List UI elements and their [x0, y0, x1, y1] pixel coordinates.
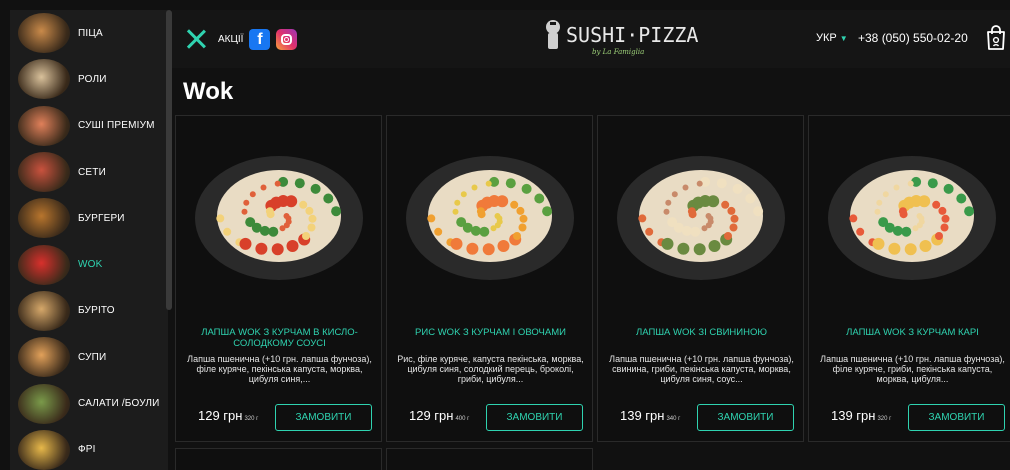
sidebar-item-label: САЛАТИ /БОУЛИ: [78, 398, 160, 410]
product-price: 139 грн 340 г: [620, 408, 680, 423]
category-sidebar: ПІЦА РОЛИ СУШІ ПРЕМІУМ СЕТИ БУРГЕРИ WOK БУРІТО…: [10, 10, 168, 470]
promo-link[interactable]: АКЦІЇ: [218, 34, 243, 45]
language-selector[interactable]: УКР ▼: [816, 32, 848, 44]
product-card-partial[interactable]: [175, 448, 382, 470]
sidebar-item[interactable]: WOK: [10, 241, 168, 287]
burger-icon: [18, 198, 70, 239]
page: ПІЦА РОЛИ СУШІ ПРЕМІУМ СЕТИ БУРГЕРИ WOK БУРІТО…: [0, 0, 1010, 470]
product-description: Лапша пшенична (+10 грн. лапша фунчоза),…: [820, 354, 1005, 384]
sets-icon: [18, 152, 70, 193]
instagram-icon[interactable]: [276, 28, 298, 50]
sidebar-item-label: БУРІТО: [78, 305, 115, 317]
product-image[interactable]: [405, 152, 575, 284]
product-name[interactable]: ЛАПША WOK З КУРЧАМ В КИСЛО-СОЛОДКОМУ СОУ…: [186, 327, 373, 349]
product-description: Лапша пшенична (+10 грн. лапша фунчоза),…: [187, 354, 372, 384]
product-image[interactable]: [827, 152, 997, 284]
product-price: 139 грн 320 г: [831, 408, 891, 423]
sidebar-item[interactable]: СУШІ ПРЕМІУМ: [10, 103, 168, 149]
sidebar-item[interactable]: РОЛИ: [10, 56, 168, 102]
sidebar-item-label: ПІЦА: [78, 27, 103, 39]
product-price: 129 грн 320 г: [198, 408, 258, 423]
product-card[interactable]: ЛАПША WOK З КУРЧАМ В КИСЛО-СОЛОДКОМУ СОУ…: [175, 115, 382, 442]
top-header: АКЦІЇ f SUSHI·PIZZA by La Famiglia УКР ▼ …: [172, 10, 1010, 68]
product-name[interactable]: ЛАПША WOK З КУРЧАМ КАРІ: [819, 327, 1006, 338]
sidebar-item-label: СУПИ: [78, 351, 107, 363]
fries-icon: [18, 429, 70, 470]
facebook-icon[interactable]: f: [249, 28, 271, 50]
order-button[interactable]: ЗАМОВИТИ: [908, 404, 1005, 431]
order-button[interactable]: ЗАМОВИТИ: [275, 404, 372, 431]
sidebar-item-label: ФРІ: [78, 444, 96, 456]
phone-number[interactable]: +38 (050) 550-02-20: [858, 31, 968, 45]
product-card[interactable]: ЛАПША WOK З КУРЧАМ КАРІ Лапша пшенична (+…: [808, 115, 1010, 442]
burrito-icon: [18, 290, 70, 331]
sidebar-item-label: WOK: [78, 259, 103, 271]
product-description: Рис, філе куряче, капуста пекінська, мор…: [397, 354, 584, 384]
sidebar-item[interactable]: БУРГЕРИ: [10, 195, 168, 241]
product-image[interactable]: [616, 152, 786, 284]
product-weight: 320 г: [877, 416, 892, 422]
product-card[interactable]: РИС WOK З КУРЧАМ І ОВОЧАМИ Рис, філе куря…: [386, 115, 593, 442]
product-card[interactable]: ЛАПША WOK ЗІ СВИНИНОЮ Лапша пшенична (+10…: [597, 115, 804, 442]
rolls-icon: [18, 59, 70, 100]
salad-icon: [18, 383, 70, 424]
product-name[interactable]: ЛАПША WOK ЗІ СВИНИНОЮ: [608, 327, 795, 338]
price-value: 139 грн: [620, 408, 665, 423]
shopping-bag-icon[interactable]: [985, 24, 1007, 50]
order-button[interactable]: ЗАМОВИТИ: [486, 404, 583, 431]
sidebar-item-label: СЕТИ: [78, 166, 106, 178]
sidebar-item[interactable]: СЕТИ: [10, 149, 168, 195]
product-weight: 340 г: [666, 416, 681, 422]
logo-figure-icon: [546, 20, 560, 49]
language-label: УКР: [816, 32, 837, 44]
brand-logo[interactable]: SUSHI·PIZZA by La Famiglia: [542, 18, 699, 56]
product-weight: 400 г: [455, 416, 470, 422]
product-name[interactable]: РИС WOK З КУРЧАМ І ОВОЧАМИ: [397, 327, 584, 338]
sidebar-item-label: СУШІ ПРЕМІУМ: [78, 120, 155, 132]
close-icon[interactable]: [184, 27, 208, 51]
pizza-icon: [18, 13, 70, 54]
chevron-down-icon: ▼: [839, 34, 848, 43]
price-value: 139 грн: [831, 408, 876, 423]
sidebar-item-label: РОЛИ: [78, 73, 107, 85]
sidebar-item[interactable]: ФРІ: [10, 427, 168, 470]
product-card-partial[interactable]: [386, 448, 593, 470]
wok-box-icon: [18, 244, 70, 285]
sidebar-item-label: БУРГЕРИ: [78, 212, 125, 224]
order-button[interactable]: ЗАМОВИТИ: [697, 404, 794, 431]
sushi-icon: [18, 105, 70, 146]
product-description: Лапша пшенична (+10 грн. лапша фунчоза),…: [609, 354, 794, 384]
product-image[interactable]: [194, 152, 364, 284]
soup-icon: [18, 337, 70, 378]
product-price: 129 грн 400 г: [409, 408, 469, 423]
price-value: 129 грн: [198, 408, 243, 423]
page-title: Wok: [183, 78, 234, 105]
price-value: 129 грн: [409, 408, 454, 423]
logo-text: SUSHI·PIZZA: [566, 23, 699, 47]
sidebar-item[interactable]: СУПИ: [10, 334, 168, 380]
sidebar-item[interactable]: ПІЦА: [10, 10, 168, 56]
sidebar-item[interactable]: САЛАТИ /БОУЛИ: [10, 380, 168, 426]
logo-subtitle: by La Famiglia: [592, 48, 645, 56]
product-weight: 320 г: [244, 416, 259, 422]
sidebar-item[interactable]: БУРІТО: [10, 288, 168, 334]
